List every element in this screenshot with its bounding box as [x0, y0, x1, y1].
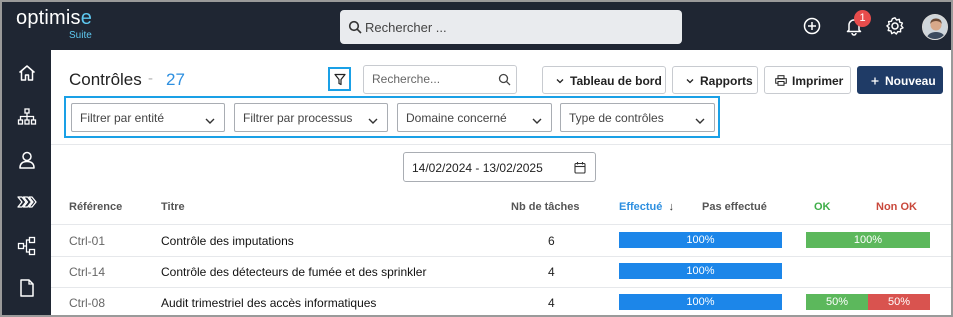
plus-circle-icon[interactable]: [802, 16, 822, 36]
entity-filter-label: Filtrer par entité: [80, 111, 165, 125]
divider: [51, 144, 951, 145]
cell-titre[interactable]: Contrôle des détecteurs de fumée et des …: [161, 265, 426, 279]
cell-reference: Ctrl-08: [69, 296, 106, 310]
table-row[interactable]: Ctrl-14 Contrôle des détecteurs de fumée…: [51, 256, 951, 287]
process-filter-select[interactable]: Filtrer par processus: [234, 103, 388, 132]
header-effectue-label: Effectué: [619, 201, 663, 213]
user-icon[interactable]: [17, 150, 37, 170]
user-avatar[interactable]: [922, 14, 948, 40]
header-titre[interactable]: Titre: [161, 201, 185, 213]
sort-arrow-icon: ↓: [668, 201, 674, 213]
gear-icon[interactable]: [885, 16, 905, 36]
top-bar: optimise Suite Rechercher ... 1: [2, 2, 951, 50]
controls-search-input[interactable]: [372, 72, 492, 86]
title-separator: -: [148, 70, 153, 87]
ok-progress-bar: 100%: [806, 232, 930, 248]
calendar-icon: [574, 161, 586, 179]
logo-wordmark: optimise: [16, 7, 93, 29]
dashboard-label: Tableau de bord: [570, 74, 662, 88]
cell-titre[interactable]: Contrôle des imputations: [161, 234, 294, 248]
print-label: Imprimer: [792, 74, 844, 88]
printer-icon: [775, 75, 787, 89]
entity-filter-select[interactable]: Filtrer par entité: [71, 103, 225, 132]
header-reference[interactable]: Référence: [69, 201, 122, 213]
global-search-input[interactable]: Rechercher ...: [340, 10, 682, 44]
control-type-filter-label: Type de contrôles: [569, 111, 664, 125]
chevron-down-icon: [204, 113, 216, 131]
cell-nb-taches: 6: [548, 234, 555, 248]
ok-progress-bar: 50%: [806, 294, 868, 310]
table-row[interactable]: Ctrl-08 Audit trimestriel des accès info…: [51, 287, 951, 315]
header-pas-effectue[interactable]: Pas effectué: [702, 201, 767, 213]
domain-filter-select[interactable]: Domaine concerné: [397, 103, 552, 132]
new-control-button[interactable]: Nouveau: [857, 66, 943, 94]
reports-dropdown-button[interactable]: Rapports: [672, 66, 758, 94]
header-ok[interactable]: OK: [814, 201, 831, 213]
logo-subtitle: Suite: [69, 30, 92, 41]
dashboard-dropdown-button[interactable]: Tableau de bord: [542, 66, 666, 94]
app-window: optimise Suite Rechercher ... 1 Contrôle…: [0, 0, 953, 317]
table-row[interactable]: Ctrl-01 Contrôle des imputations 6 100% …: [51, 225, 951, 256]
effectue-progress-bar: 100%: [619, 294, 782, 310]
sidebar: [2, 50, 51, 315]
chevron-down-icon: [555, 75, 565, 89]
controls-search-field[interactable]: [363, 65, 517, 94]
cell-reference: Ctrl-01: [69, 234, 106, 248]
effectue-progress-bar: 100%: [619, 232, 782, 248]
org-chart-icon[interactable]: [17, 107, 37, 127]
reports-label: Rapports: [700, 74, 753, 88]
cell-nb-taches: 4: [548, 265, 555, 279]
hierarchy-icon[interactable]: [17, 236, 37, 256]
date-range-picker[interactable]: 14/02/2024 - 13/02/2025: [403, 152, 596, 182]
effectue-progress-bar: 100%: [619, 263, 782, 279]
cell-nb-taches: 4: [548, 296, 555, 310]
non-ok-progress-bar: 50%: [868, 294, 930, 310]
search-icon: [348, 20, 362, 34]
print-button[interactable]: Imprimer: [764, 66, 851, 94]
header-non-ok[interactable]: Non OK: [876, 201, 917, 213]
filter-panel: Filtrer par entité Filtrer par processus…: [64, 96, 720, 138]
filter-toggle-button[interactable]: [328, 67, 351, 91]
cell-titre[interactable]: Audit trimestriel des accès informatique…: [161, 296, 376, 310]
page-title: Contrôles: [69, 70, 142, 89]
date-range-value: 14/02/2024 - 13/02/2025: [412, 161, 543, 175]
header-nb-taches[interactable]: Nb de tâches: [511, 201, 579, 213]
chevron-down-icon: [531, 113, 543, 131]
process-chevrons-icon[interactable]: [17, 192, 37, 212]
app-logo[interactable]: optimise Suite: [16, 7, 106, 45]
chevron-down-icon: [685, 75, 695, 89]
controls-count: 27: [166, 70, 185, 89]
notification-badge: 1: [854, 10, 871, 27]
home-icon[interactable]: [17, 63, 37, 83]
process-filter-label: Filtrer par processus: [243, 111, 353, 125]
cell-reference: Ctrl-14: [69, 265, 106, 279]
new-control-label: Nouveau: [885, 74, 936, 88]
document-icon[interactable]: [17, 278, 37, 298]
control-type-filter-select[interactable]: Type de contrôles: [560, 103, 715, 132]
plus-icon: [870, 75, 880, 89]
chevron-down-icon: [367, 113, 379, 131]
domain-filter-label: Domaine concerné: [406, 111, 507, 125]
global-search-placeholder: Rechercher ...: [365, 20, 447, 35]
header-effectue[interactable]: Effectué ↓: [619, 201, 674, 213]
chevron-down-icon: [694, 113, 706, 131]
search-icon[interactable]: [498, 73, 511, 91]
main-content: Contrôles - 27 Tableau de bord Rapports: [51, 50, 951, 315]
